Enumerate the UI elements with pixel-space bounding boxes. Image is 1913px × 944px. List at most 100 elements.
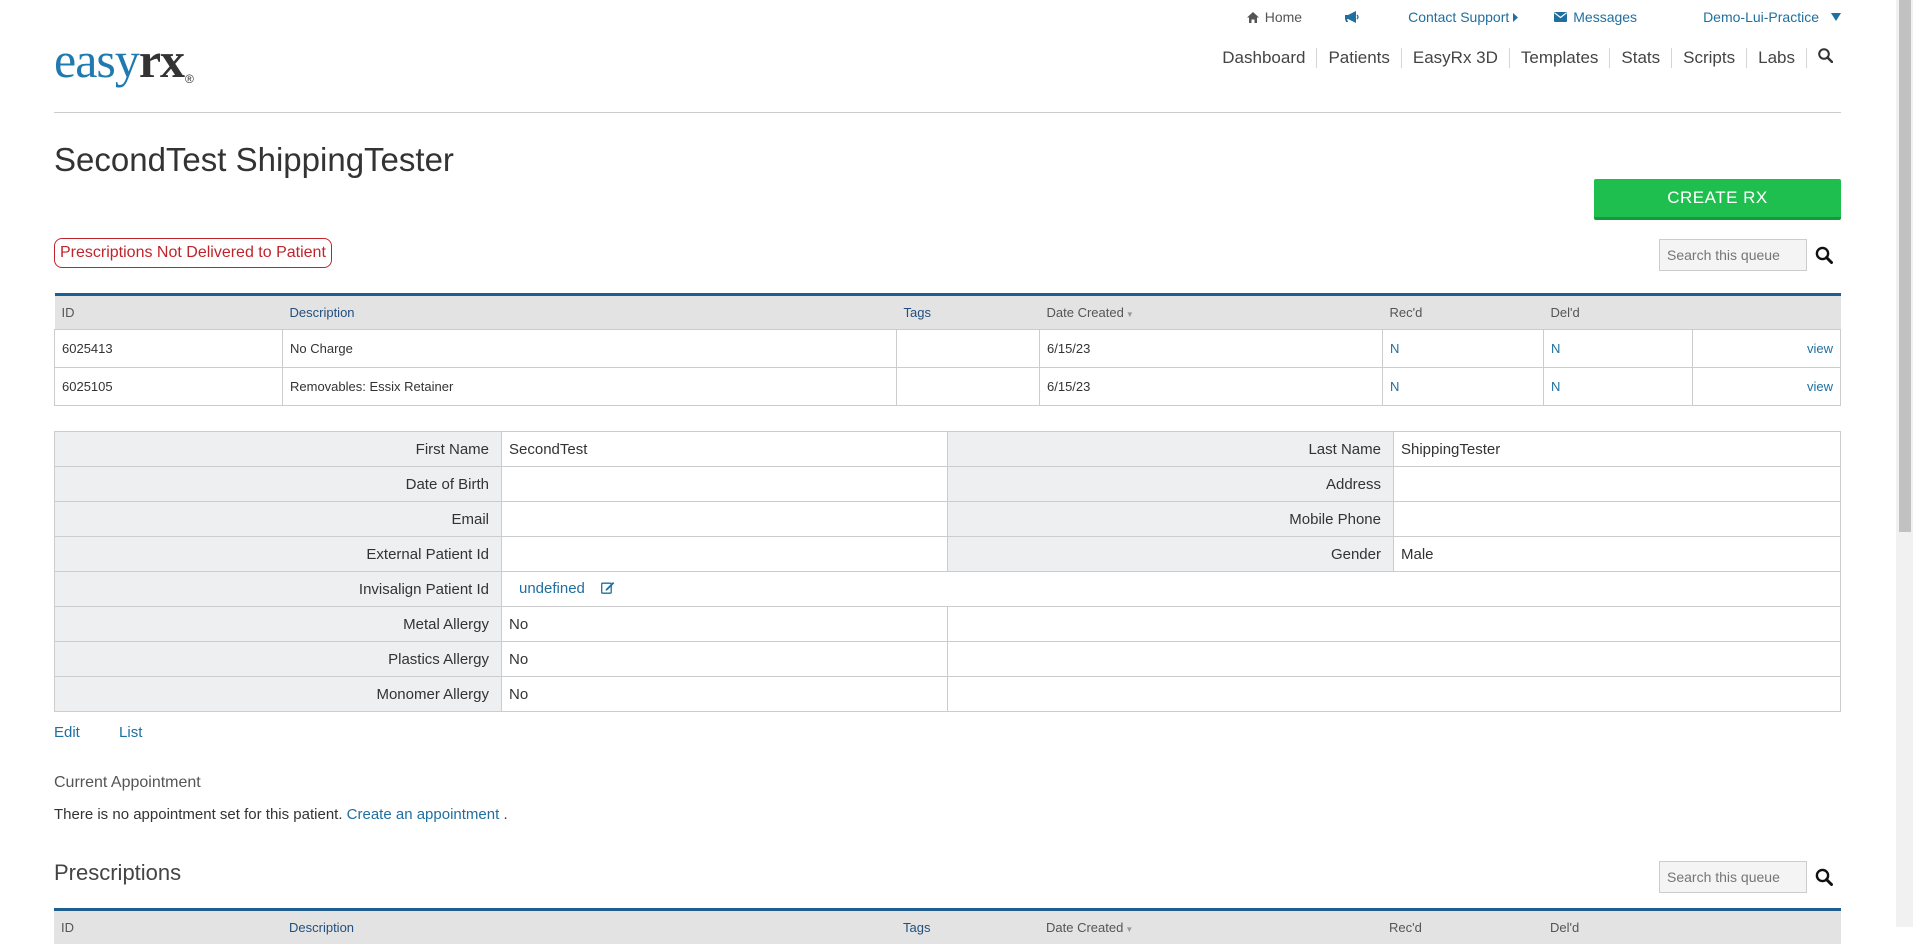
monomer-allergy-label: Monomer Allergy [55,677,502,712]
empty-cell [948,607,1841,642]
detail-row: First Name SecondTest Last Name Shipping… [55,432,1841,467]
detail-row: Email Mobile Phone [55,502,1841,537]
edit-icon[interactable] [601,581,615,598]
prescriptions-search [1659,861,1841,893]
nav-search-button[interactable] [1806,48,1841,68]
bullhorn-icon [1344,11,1359,23]
nav-patients[interactable]: Patients [1316,48,1400,68]
deld-link[interactable]: N [1551,341,1560,356]
announcements-button[interactable] [1344,11,1359,23]
gender-value: Male [1394,537,1841,572]
dob-value [502,467,948,502]
metal-allergy-value: No [502,607,948,642]
main-nav: Dashboard Patients EasyRx 3D Templates S… [1211,48,1841,68]
cell-description: Removables: Essix Retainer [283,368,897,406]
page-title: SecondTest ShippingTester [54,141,454,179]
cell-action: view [1693,330,1841,368]
nav-templates[interactable]: Templates [1509,48,1609,68]
email-label: Email [55,502,502,537]
email-value [502,502,948,537]
cell-date: 6/15/23 [1040,368,1383,406]
scrollbar-thumb[interactable] [1899,0,1911,532]
prescriptions-heading: Prescriptions [54,860,181,886]
search-icon[interactable] [1807,868,1841,886]
address-label: Address [948,467,1394,502]
invisalign-id-value: undefined [502,572,1841,607]
col-deld: Del'd [1544,295,1693,330]
detail-row: Monomer Allergy No [55,677,1841,712]
easyrx-logo[interactable]: easyrx® [54,30,193,109]
create-rx-button[interactable]: CREATE RX [1594,179,1841,220]
list-link[interactable]: List [119,724,142,741]
cell-recd: N [1383,330,1544,368]
invisalign-id-label: Invisalign Patient Id [55,572,502,607]
appointment-message: There is no appointment set for this pat… [54,806,508,823]
cell-id: 6025413 [55,330,283,368]
utility-bar: Home Contact Support Messages Demo-Lui-P… [1213,8,1841,26]
cell-description: No Charge [283,330,897,368]
detail-row: Date of Birth Address [55,467,1841,502]
mobile-phone-label: Mobile Phone [948,502,1394,537]
cell-action: view [1693,368,1841,406]
gender-label: Gender [948,537,1394,572]
sort-caret-icon: ▼ [1125,925,1133,934]
nav-dashboard[interactable]: Dashboard [1211,48,1316,68]
current-appointment-heading: Current Appointment [54,774,201,792]
search-input[interactable] [1659,861,1807,893]
detail-row: Plastics Allergy No [55,642,1841,677]
search-input[interactable] [1659,239,1807,271]
contact-support-link[interactable]: Contact Support [1408,9,1518,25]
create-appointment-link[interactable]: Create an appointment [347,806,500,823]
queue-search [1659,239,1841,271]
col-recd: Rec'd [1383,295,1544,330]
nav-labs[interactable]: Labs [1746,48,1806,68]
caret-down-icon [1831,13,1841,21]
recd-link[interactable]: N [1390,341,1399,356]
plastics-allergy-value: No [502,642,948,677]
external-id-value [502,537,948,572]
empty-cell [948,642,1841,677]
deld-link[interactable]: N [1551,379,1560,394]
edit-link[interactable]: Edit [54,724,80,741]
table-row: 6025105 Removables: Essix Retainer 6/15/… [55,368,1841,406]
col-date-created[interactable]: Date Created▼ [1040,295,1383,330]
last-name-value: ShippingTester [1394,432,1841,467]
header-divider [54,112,1841,113]
detail-row: Metal Allergy No [55,607,1841,642]
recd-link[interactable]: N [1390,379,1399,394]
page-scrollbar[interactable] [1896,0,1913,927]
view-link[interactable]: view [1807,379,1833,394]
external-id-label: External Patient Id [55,537,502,572]
cell-tags [897,330,1040,368]
col-action [1693,295,1841,330]
table-row: 6025413 No Charge 6/15/23 N N view [55,330,1841,368]
nav-scripts[interactable]: Scripts [1671,48,1746,68]
home-link[interactable]: Home [1247,9,1302,25]
last-name-label: Last Name [948,432,1394,467]
col-tags[interactable]: Tags [897,295,1040,330]
practice-dropdown[interactable]: Demo-Lui-Practice [1703,9,1841,25]
cell-deld: N [1544,330,1693,368]
first-name-label: First Name [55,432,502,467]
cell-tags [897,368,1040,406]
monomer-allergy-value: No [502,677,948,712]
search-icon[interactable] [1807,246,1841,264]
nav-stats[interactable]: Stats [1609,48,1671,68]
cell-recd: N [1383,368,1544,406]
first-name-value: SecondTest [502,432,948,467]
cell-id: 6025105 [55,368,283,406]
home-icon [1247,12,1259,23]
nav-easyrx-3d[interactable]: EasyRx 3D [1401,48,1509,68]
plastics-allergy-label: Plastics Allergy [55,642,502,677]
cell-deld: N [1544,368,1693,406]
view-link[interactable]: view [1807,341,1833,356]
patient-actions: Edit List [54,724,177,741]
col-description[interactable]: Description [283,295,897,330]
mobile-phone-value [1394,502,1841,537]
invisalign-id-link[interactable]: undefined [519,580,585,597]
messages-link[interactable]: Messages [1554,9,1637,25]
address-value [1394,467,1841,502]
sort-caret-icon: ▼ [1126,310,1134,319]
detail-row: Invisalign Patient Id undefined [55,572,1841,607]
metal-allergy-label: Metal Allergy [55,607,502,642]
